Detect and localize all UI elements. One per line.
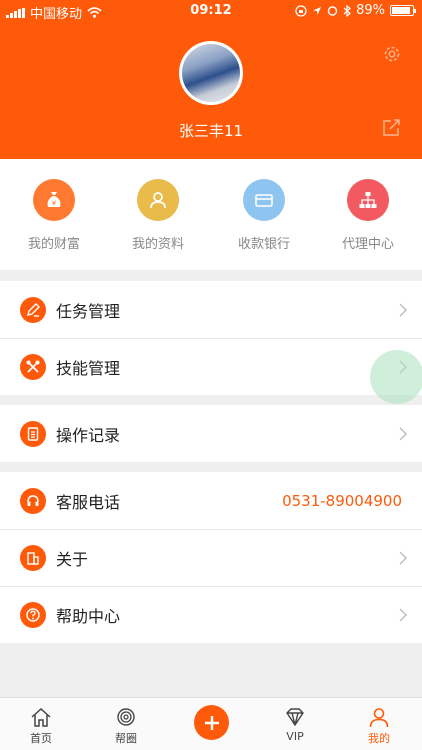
shortcut-label: 我的财富 [27,237,80,252]
svg-text:¥: ¥ [52,200,57,208]
status-bar: 中国移动 09:12 89% [0,0,422,22]
home-icon [31,707,51,727]
menu-item-record[interactable]: 操作记录 [0,405,422,462]
card-icon [243,179,285,221]
menu-item-skill[interactable]: 技能管理 [0,338,422,395]
org-chart-icon [347,179,389,221]
bluetooth-icon [343,4,352,17]
profile-header: 中国移动 09:12 89% 张三丰11 [0,0,422,159]
chevron-right-icon [399,551,407,564]
tab-home[interactable]: 首页 [6,706,76,746]
circle-icon [117,708,135,726]
gear-icon[interactable] [382,44,402,64]
money-bag-icon: ¥ [33,179,75,221]
headset-icon [20,487,46,514]
pencil-icon [20,296,46,323]
tab-label: VIP [286,730,304,743]
menu-group-records: 操作记录 [0,405,422,462]
menu-label: 帮助中心 [56,606,121,626]
menu-item-help[interactable]: 帮助中心 [0,586,422,643]
touch-indicator [370,350,422,404]
menu-label: 操作记录 [56,425,121,445]
tools-icon [20,353,46,380]
chevron-right-icon [399,427,407,440]
diamond-icon [286,708,304,727]
user-icon [369,708,389,728]
shortcut-wealth[interactable]: ¥ 我的财富 [4,179,104,252]
tab-circle[interactable]: 帮圈 [91,706,161,746]
menu-label: 任务管理 [56,301,121,321]
menu-item-task[interactable]: 任务管理 [0,281,422,338]
share-icon[interactable] [382,118,401,137]
menu-item-about[interactable]: 关于 [0,529,422,586]
chevron-right-icon [399,303,407,316]
tab-vip[interactable]: VIP [260,706,330,743]
shortcut-bank[interactable]: 收款银行 [214,179,314,252]
menu-label: 技能管理 [56,358,121,378]
building-icon [20,544,46,571]
tab-mine[interactable]: 我的 [344,706,414,746]
menu-label: 关于 [56,549,89,569]
tab-label: 我的 [368,732,390,745]
username: 张三丰11 [178,122,244,140]
shortcut-panel: ¥ 我的财富 我的资料 收款银行 代理中心 [0,159,422,270]
help-icon [20,601,46,628]
alarm-icon [327,6,338,16]
menu-group-tasks: 任务管理 技能管理 [0,281,422,395]
add-button[interactable] [194,705,229,740]
battery-percent: 89% [356,3,385,18]
tab-label: 首页 [30,732,52,745]
menu-item-service[interactable]: 客服电话 0531-89004900 [0,472,422,529]
tab-bar: 首页 帮圈 VIP 我的 [0,697,422,750]
document-icon [20,420,46,447]
menu-label: 客服电话 [56,492,121,512]
shortcut-profile[interactable]: 我的资料 [108,179,208,252]
shortcut-label: 我的资料 [131,237,184,252]
shortcut-label: 收款银行 [237,237,290,252]
plus-icon [204,715,219,730]
battery-icon [390,5,416,16]
shortcut-label: 代理中心 [341,237,394,252]
lock-rotation-icon [295,4,307,17]
tab-label: 帮圈 [115,732,137,745]
user-icon [137,179,179,221]
avatar[interactable] [179,41,243,105]
service-phone-number[interactable]: 0531-89004900 [282,492,402,510]
menu-group-support: 客服电话 0531-89004900 关于 帮助中心 [0,472,422,643]
chevron-right-icon [399,608,407,621]
location-icon [313,6,322,15]
shortcut-agent[interactable]: 代理中心 [318,179,418,252]
avatar-photo [182,44,240,102]
